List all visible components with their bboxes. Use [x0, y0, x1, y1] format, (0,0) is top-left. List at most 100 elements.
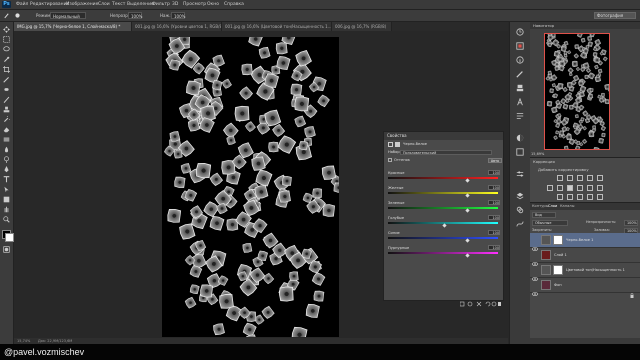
layer-name[interactable]: Черно-белое 1 — [566, 233, 593, 248]
blue-slider-track[interactable] — [388, 237, 498, 239]
tab-channels[interactable]: Каналы — [560, 203, 574, 210]
menu-edit[interactable]: Редактирование — [30, 0, 69, 9]
move-tool-icon[interactable] — [3, 26, 10, 33]
black-white-icon[interactable] — [567, 185, 573, 191]
invert-icon[interactable] — [557, 194, 563, 200]
vibrance-icon[interactable] — [597, 175, 603, 181]
crop-tool-icon[interactable] — [3, 66, 10, 73]
tint-checkbox[interactable] — [388, 158, 392, 162]
healing-brush-tool-icon[interactable] — [3, 86, 10, 93]
exposure-icon[interactable] — [587, 175, 593, 181]
blur-tool-icon[interactable] — [3, 146, 10, 153]
menu-3d[interactable]: 3D — [172, 0, 178, 9]
quick-select-tool-icon[interactable] — [3, 56, 10, 63]
magenta-slider-value[interactable]: 100 — [488, 245, 500, 250]
layers-icon[interactable] — [516, 192, 524, 200]
pen-tool-icon[interactable] — [3, 166, 10, 173]
eye-icon[interactable] — [532, 252, 538, 266]
layer-mask-thumbnail[interactable] — [553, 235, 563, 245]
menu-window[interactable]: Окно — [207, 0, 219, 9]
preset-select[interactable]: Пользовательский — [400, 150, 492, 155]
tab-doc-1[interactable]: IMG.jpg @ 15,7% (Черно-белое 1, Слой-мас… — [14, 22, 132, 31]
document-canvas[interactable] — [162, 37, 339, 337]
menu-image[interactable]: Изображение — [66, 0, 98, 9]
green-slider-value[interactable]: 100 — [488, 200, 500, 205]
layer-row-black-white[interactable]: Черно-белое 1 — [530, 233, 640, 251]
dodge-tool-icon[interactable] — [3, 156, 10, 163]
photo-filter-icon[interactable] — [577, 185, 583, 191]
tab-doc-2[interactable]: 001.jpg @ 16,6% (Уровни цветов 1, RGB/8) — [132, 22, 222, 31]
channel-mixer-icon[interactable] — [587, 185, 593, 191]
workspace-select[interactable]: Фотография — [594, 12, 636, 19]
adjustments-icon[interactable] — [516, 134, 524, 142]
clone-source-icon[interactable] — [516, 84, 524, 92]
eye-icon[interactable] — [532, 267, 538, 281]
shape-tool-icon[interactable] — [3, 196, 10, 203]
eraser-tool-icon[interactable] — [3, 126, 10, 133]
mode-select[interactable]: Нормальный — [50, 12, 86, 19]
blue-slider-value[interactable]: 100 — [488, 230, 500, 235]
red-slider-value[interactable]: 100 — [488, 170, 500, 175]
properties-icon[interactable] — [516, 170, 524, 178]
paragraph-icon[interactable] — [516, 112, 524, 120]
zoom-tool-icon[interactable] — [3, 216, 10, 223]
green-slider-track[interactable] — [388, 207, 498, 209]
layer-name[interactable]: Цветовой тон/Насыщенность 1 — [566, 263, 625, 278]
history-brush-tool-icon[interactable] — [3, 116, 10, 123]
info-icon[interactable] — [516, 56, 524, 64]
history-icon[interactable] — [516, 28, 524, 36]
menu-filter[interactable]: Фильтр — [152, 0, 170, 9]
red-slider-track[interactable] — [388, 177, 498, 179]
layer-name[interactable]: Слой 1 — [554, 248, 567, 263]
tab-doc-3[interactable]: 001.jpg @ 16,6% (Цветовой тон/Насыщеннос… — [222, 22, 332, 31]
brightness-contrast-icon[interactable] — [557, 175, 563, 181]
tab-layers[interactable]: Слои — [548, 203, 557, 210]
brush-tool-preset-icon[interactable] — [3, 12, 10, 19]
menu-text[interactable]: Текст — [112, 0, 125, 9]
hand-tool-icon[interactable] — [3, 206, 10, 213]
navigator-icon[interactable] — [516, 42, 524, 50]
character-icon[interactable] — [516, 98, 524, 106]
layer-row-background[interactable]: Фон — [530, 278, 640, 298]
brush-presets-icon[interactable] — [516, 70, 524, 78]
curves-icon[interactable] — [577, 175, 583, 181]
posterize-icon[interactable] — [567, 194, 573, 200]
hue-saturation-icon[interactable] — [547, 185, 553, 191]
layer-mask-thumbnail[interactable] — [553, 265, 563, 275]
layer-row-hue-saturation[interactable]: Цветовой тон/Насыщенность 1 — [530, 263, 640, 281]
mask-icon[interactable] — [395, 142, 400, 147]
styles-icon[interactable] — [516, 148, 524, 156]
brush-size-icon[interactable] — [14, 12, 21, 19]
menu-file[interactable]: Файл — [16, 0, 28, 9]
threshold-icon[interactable] — [577, 194, 583, 200]
quick-mask-icon[interactable] — [3, 246, 10, 253]
menu-view[interactable]: Просмотр — [183, 0, 206, 9]
path-select-tool-icon[interactable] — [3, 186, 10, 193]
layer-opacity-input[interactable]: 100% — [624, 220, 638, 226]
gradient-tool-icon[interactable] — [3, 136, 10, 143]
yellow-slider-track[interactable] — [388, 192, 498, 194]
cyan-slider-value[interactable]: 100 — [488, 215, 500, 220]
selective-color-icon[interactable] — [597, 194, 603, 200]
background-color-swatch[interactable] — [5, 233, 14, 242]
color-lookup-icon[interactable] — [597, 185, 603, 191]
marquee-tool-icon[interactable] — [3, 36, 10, 43]
menu-help[interactable]: Справка — [224, 0, 244, 9]
color-balance-icon[interactable] — [557, 185, 563, 191]
menu-layers[interactable]: Слои — [98, 0, 110, 9]
menu-select[interactable]: Выделение — [127, 0, 154, 9]
magenta-slider-track[interactable] — [388, 252, 498, 254]
flow-input[interactable]: 100% — [171, 12, 185, 19]
levels-icon[interactable] — [567, 175, 573, 181]
brush-tool-icon[interactable] — [3, 96, 10, 103]
opacity-input[interactable]: 100% — [128, 12, 142, 19]
navigator-preview[interactable] — [544, 33, 610, 150]
auto-button[interactable]: Авто — [488, 158, 502, 163]
tab-paths[interactable]: Контуры — [532, 203, 548, 210]
tab-doc-4[interactable]: 006.jpg @ 16,7% (RGB/8) — [332, 22, 392, 31]
navigator-zoom[interactable]: 15,69% — [531, 152, 544, 156]
layer-name[interactable]: Фон — [554, 278, 562, 293]
channels-icon[interactable] — [516, 206, 524, 214]
gradient-map-icon[interactable] — [587, 194, 593, 200]
paths-icon[interactable] — [516, 220, 524, 228]
